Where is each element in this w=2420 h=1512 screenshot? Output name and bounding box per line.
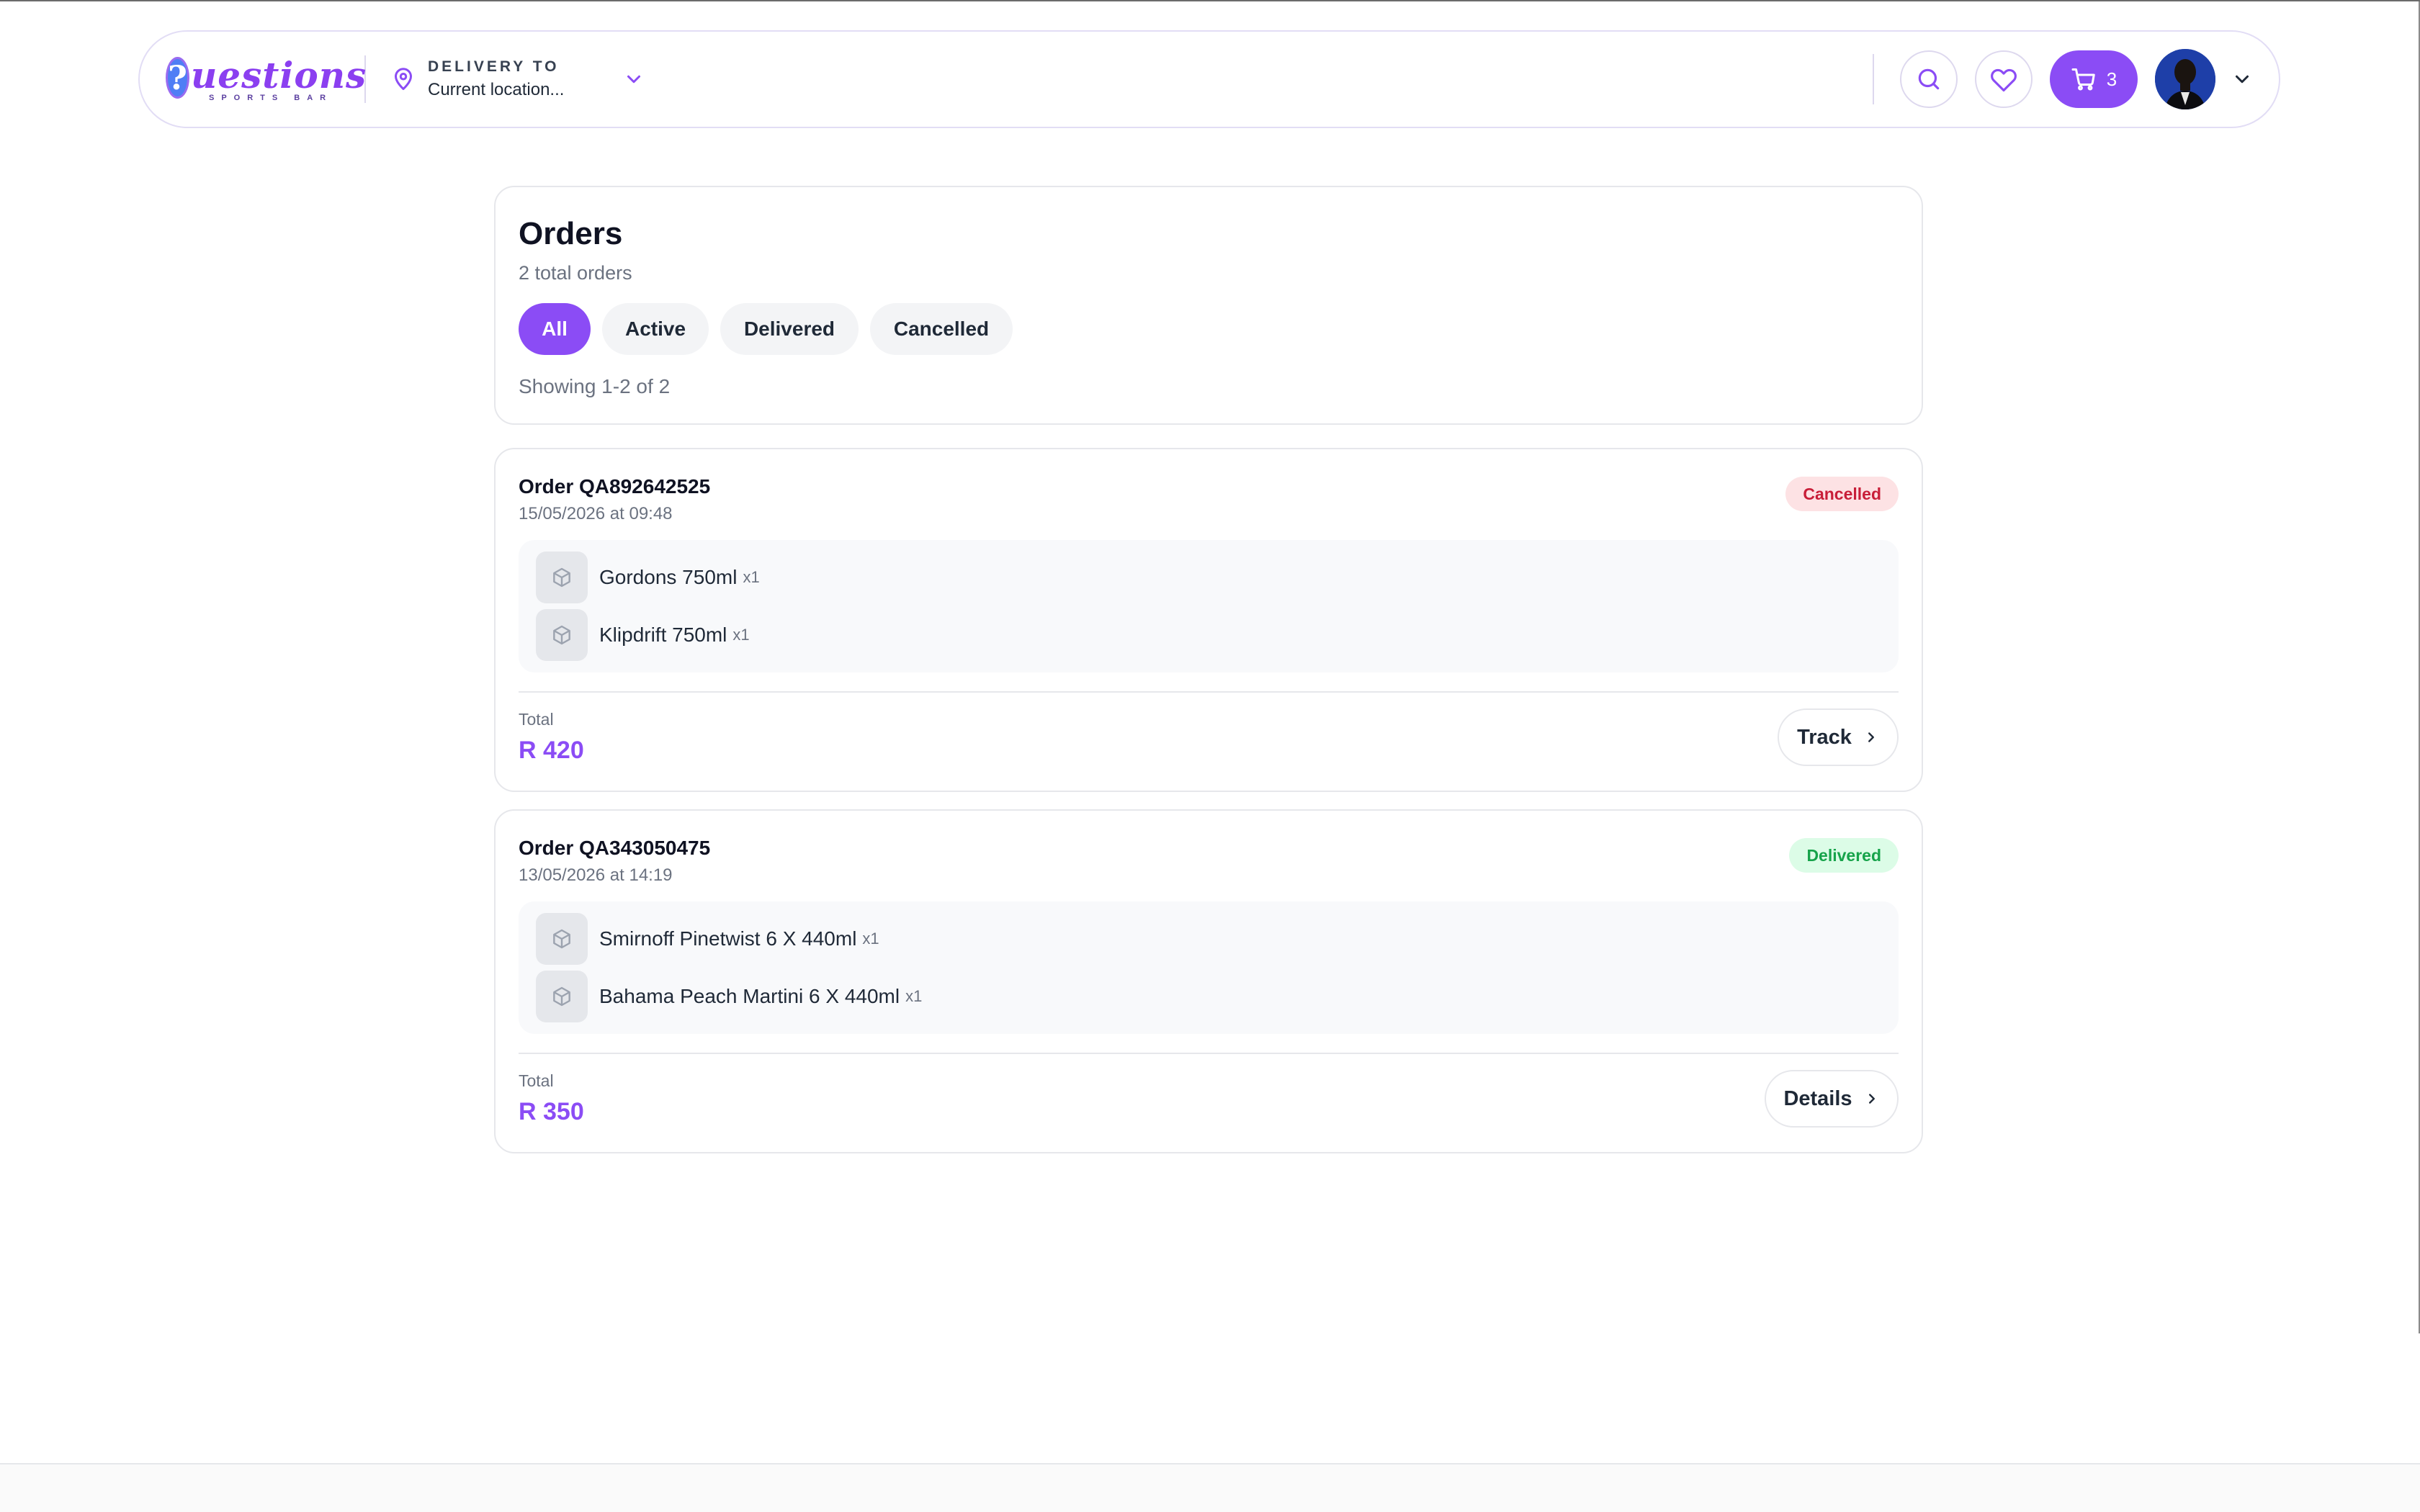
map-pin-icon — [395, 68, 412, 90]
list-item: Gordons 750ml x1 — [536, 550, 1881, 605]
filter-delivered[interactable]: Delivered — [720, 303, 859, 355]
divider — [519, 691, 1899, 693]
order-card: Order QA343050475 13/05/2026 at 14:19 De… — [494, 809, 1923, 1153]
list-item: Klipdrift 750ml x1 — [536, 608, 1881, 662]
package-icon — [553, 929, 570, 949]
chevron-down-icon[interactable] — [2231, 68, 2253, 90]
order-date: 13/05/2026 at 14:19 — [519, 865, 673, 885]
status-badge: Delivered — [1789, 838, 1899, 873]
item-name: Klipdrift 750ml — [599, 624, 727, 646]
list-item: Smirnoff Pinetwist 6 X 440ml x1 — [536, 912, 1881, 966]
search-icon — [1918, 68, 1940, 90]
package-icon — [553, 986, 570, 1007]
item-thumbnail — [536, 971, 588, 1022]
orders-summary-card: Orders 2 total orders All Active Deliver… — [494, 186, 1923, 425]
header-divider — [1873, 54, 1874, 104]
list-item: Bahama Peach Martini 6 X 440ml x1 — [536, 969, 1881, 1024]
logo-mark: ? — [166, 57, 189, 99]
order-id: Order QA892642525 — [519, 475, 711, 498]
pagination-info: Showing 1-2 of 2 — [519, 375, 671, 397]
status-badge: Cancelled — [1785, 477, 1899, 511]
filter-all[interactable]: All — [519, 303, 591, 355]
item-thumbnail — [536, 552, 588, 603]
delivery-location-selector[interactable]: DELIVERY TO Current location... — [390, 58, 645, 100]
item-name: Bahama Peach Martini 6 X 440ml — [599, 985, 900, 1007]
item-quantity: x1 — [732, 626, 750, 644]
item-quantity: x1 — [905, 987, 923, 1005]
order-total: R 420 — [519, 737, 584, 764]
footer — [0, 1464, 2420, 1512]
item-name: Gordons 750ml — [599, 566, 738, 588]
logo-wordmark: uestions — [190, 53, 367, 96]
track-button[interactable]: Track — [1778, 708, 1899, 766]
order-items: Smirnoff Pinetwist 6 X 440ml x1 Bahama P… — [519, 901, 1899, 1034]
item-quantity: x1 — [743, 568, 760, 586]
details-button[interactable]: Details — [1765, 1070, 1899, 1128]
cart-icon — [2071, 68, 2095, 91]
logo[interactable]: ? uestions SPORTS BAR — [166, 43, 366, 115]
divider — [519, 1053, 1899, 1054]
order-id: Order QA343050475 — [519, 837, 711, 859]
item-thumbnail — [536, 609, 588, 661]
filter-cancelled[interactable]: Cancelled — [870, 303, 1013, 355]
wishlist-button[interactable] — [1975, 50, 2033, 108]
delivery-label: DELIVERY TO — [428, 58, 560, 75]
item-name: Smirnoff Pinetwist 6 X 440ml — [599, 927, 857, 950]
page: ? uestions SPORTS BAR DELIVERY TO Curren… — [0, 0, 2420, 1512]
chevron-right-icon — [1868, 1094, 1875, 1104]
track-button-label: Track — [1797, 725, 1852, 749]
package-icon — [553, 567, 570, 588]
cart-button[interactable]: 3 — [2050, 50, 2138, 108]
total-label: Total — [519, 1071, 554, 1090]
orders-count: 2 total orders — [519, 262, 632, 284]
user-photo — [2155, 49, 2215, 109]
package-icon — [553, 625, 570, 645]
filter-active[interactable]: Active — [602, 303, 709, 355]
order-items: Gordons 750ml x1 Klipdrift 750ml x1 — [519, 540, 1899, 672]
avatar[interactable] — [2155, 49, 2215, 109]
delivery-text: DELIVERY TO Current location... — [428, 58, 564, 100]
order-filter-tabs: All Active Delivered Cancelled — [519, 303, 1899, 355]
item-quantity: x1 — [862, 930, 879, 948]
total-label: Total — [519, 710, 554, 729]
chevron-right-icon — [1868, 732, 1874, 742]
heart-icon — [1991, 68, 2017, 92]
order-date: 15/05/2026 at 09:48 — [519, 504, 673, 523]
details-button-label: Details — [1783, 1086, 1852, 1110]
chevron-down-icon[interactable] — [623, 68, 645, 90]
order-total: R 350 — [519, 1098, 584, 1125]
item-thumbnail — [536, 913, 588, 965]
top-navbar: ? uestions SPORTS BAR DELIVERY TO Curren… — [138, 30, 2280, 128]
cart-count: 3 — [2106, 68, 2118, 90]
logo-subtitle: SPORTS BAR — [209, 94, 333, 102]
order-card: Order QA892642525 15/05/2026 at 09:48 Ca… — [494, 448, 1923, 792]
search-button[interactable] — [1900, 50, 1958, 108]
delivery-value: Current location... — [428, 80, 565, 99]
page-title: Orders — [519, 216, 623, 251]
